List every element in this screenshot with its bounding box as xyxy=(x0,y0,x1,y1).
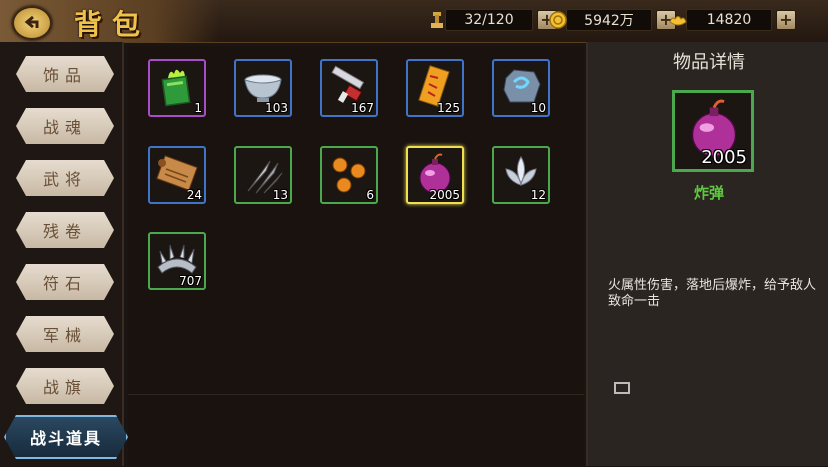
top-bar: 背包 32/120 + 5942万 + 14820 + xyxy=(0,0,828,43)
ingot-icon xyxy=(669,16,687,26)
tab-war-banners[interactable]: 战旗 xyxy=(16,368,114,404)
inventory-footer xyxy=(128,394,584,467)
tab-accessories[interactable]: 饰品 xyxy=(16,56,114,92)
item-count: 10 xyxy=(530,101,546,115)
inventory-slot[interactable]: 6 xyxy=(320,146,378,204)
back-button[interactable] xyxy=(12,6,52,40)
detail-title: 物品详情 xyxy=(673,52,745,73)
category-sidebar: 饰品 战魂 武将 残卷 符石 军械 战旗 战斗道具 xyxy=(0,42,128,466)
back-arrow-icon xyxy=(24,15,39,29)
item-count: 13 xyxy=(272,188,288,202)
item-count: 167 xyxy=(351,101,374,115)
bag-capacity-value: 32/120 xyxy=(445,9,533,31)
inventory-slot[interactable]: 10 xyxy=(492,59,550,117)
gold-display: 5942万 + xyxy=(548,9,676,31)
tab-fragments[interactable]: 残卷 xyxy=(16,212,114,248)
item-count: 24 xyxy=(186,188,202,202)
item-count: 125 xyxy=(437,101,460,115)
tab-rune-stones[interactable]: 符石 xyxy=(16,264,114,300)
detail-description: 火属性伤害，落地后爆炸，给予敌人致命一击 xyxy=(608,278,817,309)
ingot-display: 14820 + xyxy=(668,9,796,31)
inventory-slot[interactable]: 125 xyxy=(406,59,464,117)
ingot-value: 14820 xyxy=(686,9,772,31)
window-icon xyxy=(614,382,630,394)
item-detail-panel: 物品详情 2005 炸弹 火属性伤害，落地后爆炸，给予敌人致命一击 xyxy=(586,42,828,466)
bag-capacity-display: 32/120 + xyxy=(427,9,557,31)
tab-battle-items[interactable]: 战斗道具 xyxy=(4,415,128,459)
detail-item-count: 2005 xyxy=(701,147,747,168)
page-title: 背包 xyxy=(74,8,151,41)
inventory-slot[interactable]: 103 xyxy=(234,59,292,117)
tab-generals[interactable]: 武将 xyxy=(16,160,114,196)
detail-item-name: 炸弹 xyxy=(693,184,724,202)
ingot-plus-button[interactable]: + xyxy=(776,10,796,30)
green-flame-book-icon xyxy=(161,69,191,107)
tab-war-soul[interactable]: 战魂 xyxy=(16,108,114,144)
inventory-slot-selected[interactable]: 2005 xyxy=(406,146,464,204)
detail-item-slot: 2005 xyxy=(672,90,754,172)
gold-value: 5942万 xyxy=(566,9,652,31)
item-count: 12 xyxy=(530,188,546,202)
inventory-slot[interactable]: 13 xyxy=(234,146,292,204)
item-count: 2005 xyxy=(429,188,460,202)
gold-coin-icon xyxy=(549,11,567,29)
inventory-slot[interactable]: 707 xyxy=(148,232,206,290)
item-count: 103 xyxy=(265,101,288,115)
inventory-slot[interactable]: 1 xyxy=(148,59,206,117)
item-count: 707 xyxy=(179,274,202,288)
inventory-slot[interactable]: 24 xyxy=(148,146,206,204)
item-count: 1 xyxy=(194,101,202,115)
tab-ordnance[interactable]: 军械 xyxy=(16,316,114,352)
item-count: 6 xyxy=(366,188,374,202)
bag-capacity-icon xyxy=(431,12,443,28)
inventory-slot[interactable]: 12 xyxy=(492,146,550,204)
inventory-slot[interactable]: 167 xyxy=(320,59,378,117)
